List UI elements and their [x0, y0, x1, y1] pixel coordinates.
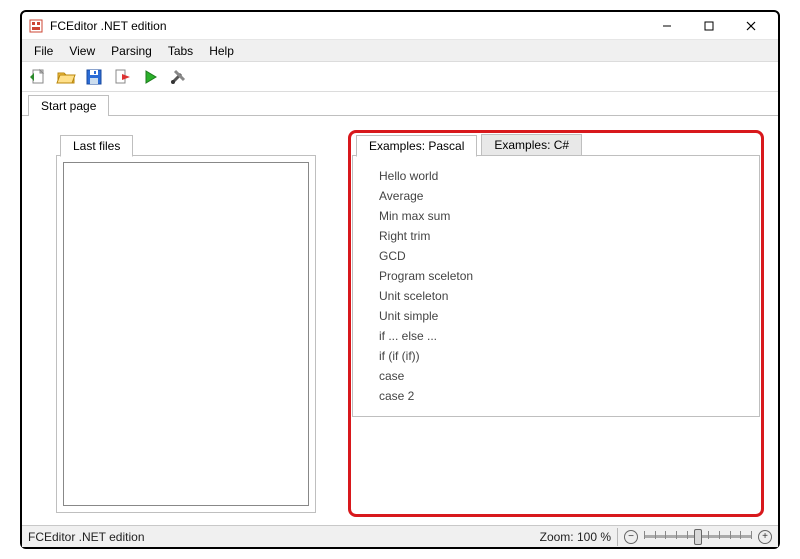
save-button[interactable] — [82, 65, 106, 89]
list-item[interactable]: Unit sceleton — [379, 286, 747, 306]
new-file-icon — [28, 67, 48, 87]
open-folder-icon — [56, 67, 76, 87]
export-button[interactable] — [110, 65, 134, 89]
list-item[interactable]: Unit simple — [379, 306, 747, 326]
statusbar: FCEditor .NET edition Zoom: 100 % − + — [22, 525, 778, 547]
examples-list: Hello world Average Min max sum Right tr… — [359, 162, 753, 410]
last-files-tab[interactable]: Last files — [60, 135, 133, 157]
last-files-body — [56, 156, 316, 513]
run-button[interactable] — [138, 65, 162, 89]
window-title: FCEditor .NET edition — [50, 19, 167, 33]
app-icon — [28, 18, 44, 34]
new-file-button[interactable] — [26, 65, 50, 89]
menu-file[interactable]: File — [26, 40, 61, 61]
open-button[interactable] — [54, 65, 78, 89]
tools-button[interactable] — [166, 65, 190, 89]
document-tabs: Start page — [22, 92, 778, 116]
examples-panel: Examples: Pascal Examples: C# Hello worl… — [352, 134, 760, 513]
minimize-icon — [662, 21, 672, 31]
list-item[interactable]: Average — [379, 186, 747, 206]
run-icon — [140, 67, 160, 87]
close-button[interactable] — [730, 13, 772, 39]
save-icon — [84, 67, 104, 87]
list-item[interactable]: Right trim — [379, 226, 747, 246]
app-window: FCEditor .NET edition File View Parsing … — [20, 10, 780, 549]
last-files-panel: Last files — [56, 134, 316, 513]
tab-start-page[interactable]: Start page — [28, 95, 109, 116]
toolbar — [22, 62, 778, 92]
zoom-slider: − + — [624, 530, 772, 544]
menu-tabs[interactable]: Tabs — [160, 40, 201, 61]
zoom-out-button[interactable]: − — [624, 530, 638, 544]
tab-examples-csharp[interactable]: Examples: C# — [481, 134, 582, 156]
list-item[interactable]: GCD — [379, 246, 747, 266]
export-icon — [112, 67, 132, 87]
examples-body: Hello world Average Min max sum Right tr… — [352, 156, 760, 417]
list-item[interactable]: if (if (if)) — [379, 346, 747, 366]
menu-view[interactable]: View — [61, 40, 103, 61]
maximize-icon — [704, 21, 714, 31]
list-item[interactable]: Hello world — [379, 166, 747, 186]
list-item[interactable]: if ... else ... — [379, 326, 747, 346]
list-item[interactable]: Program sceleton — [379, 266, 747, 286]
close-icon — [746, 21, 756, 31]
titlebar: FCEditor .NET edition — [22, 12, 778, 40]
zoom-in-button[interactable]: + — [758, 530, 772, 544]
menu-parsing[interactable]: Parsing — [103, 40, 160, 61]
list-item[interactable]: case — [379, 366, 747, 386]
tools-icon — [168, 67, 188, 87]
status-text: FCEditor .NET edition — [28, 530, 145, 544]
tab-examples-pascal[interactable]: Examples: Pascal — [356, 135, 477, 157]
last-files-list[interactable] — [63, 162, 309, 506]
maximize-button[interactable] — [688, 13, 730, 39]
menu-help[interactable]: Help — [201, 40, 242, 61]
zoom-track[interactable] — [644, 535, 752, 538]
content-area: Last files Examples: Pascal Examples: C#… — [22, 116, 778, 525]
list-item[interactable]: Min max sum — [379, 206, 747, 226]
zoom-label: Zoom: 100 % — [540, 530, 611, 544]
zoom-thumb[interactable] — [694, 529, 702, 545]
menubar: File View Parsing Tabs Help — [22, 40, 778, 62]
minimize-button[interactable] — [646, 13, 688, 39]
list-item[interactable]: case 2 — [379, 386, 747, 406]
